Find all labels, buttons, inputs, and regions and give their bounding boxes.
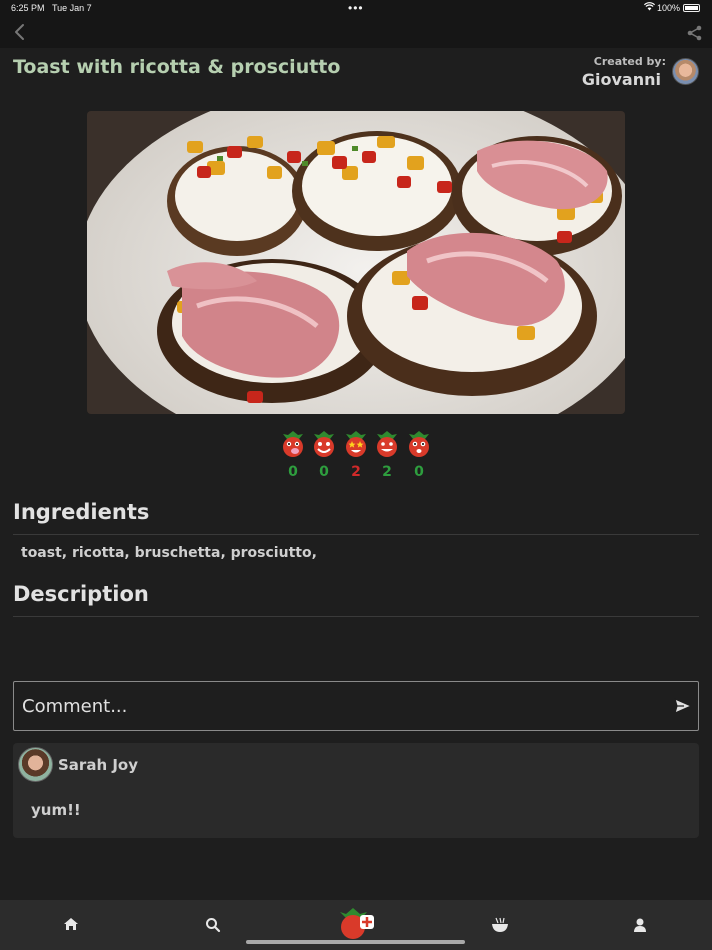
tab-home[interactable] xyxy=(51,900,91,950)
tab-bowl[interactable] xyxy=(479,900,519,950)
reaction-bar: 0 0 2 2 0 xyxy=(280,430,432,480)
status-bar: 6:25 PM Tue Jan 7 ••• 100% xyxy=(0,0,712,18)
search-icon xyxy=(206,918,221,933)
reaction-count: 2 xyxy=(351,464,361,480)
created-by-label: Created by: xyxy=(593,55,666,68)
send-icon[interactable] xyxy=(674,697,693,715)
reaction-count: 0 xyxy=(319,464,329,480)
divider xyxy=(13,534,699,535)
avatar[interactable] xyxy=(18,747,53,782)
reaction-happy[interactable]: 0 xyxy=(311,430,337,480)
tomato-drooling-icon xyxy=(280,431,306,462)
wifi-icon xyxy=(643,2,656,13)
battery-percent: 100% xyxy=(657,3,681,13)
ingredients-heading: Ingredients xyxy=(13,500,150,524)
reaction-count: 2 xyxy=(382,464,392,480)
reaction-count: 0 xyxy=(414,464,424,480)
reaction-star-eyes[interactable]: 2 xyxy=(343,430,369,480)
status-time: 6:25 PM xyxy=(11,3,45,13)
reaction-smile[interactable]: 2 xyxy=(374,430,400,480)
add-recipe-icon xyxy=(340,908,374,939)
tomato-star-eyes-icon xyxy=(343,431,369,462)
reaction-count: 0 xyxy=(288,464,298,480)
share-icon[interactable] xyxy=(686,24,704,42)
comment-box xyxy=(13,681,699,731)
tomato-surprised-icon xyxy=(406,431,432,462)
tomato-smile-icon xyxy=(374,431,400,462)
reaction-surprised[interactable]: 0 xyxy=(406,430,432,480)
description-heading: Description xyxy=(13,582,149,606)
home-indicator[interactable] xyxy=(246,940,465,944)
chevron-left-icon[interactable] xyxy=(12,22,28,42)
reaction-drooling[interactable]: 0 xyxy=(280,430,306,480)
creator-avatar[interactable] xyxy=(672,58,699,85)
battery-icon xyxy=(683,4,700,12)
navigation-bar xyxy=(0,18,712,48)
divider xyxy=(13,616,699,617)
tab-search[interactable] xyxy=(193,900,233,950)
comment-card: Sarah Joy yum!! xyxy=(13,743,699,838)
comment-input[interactable] xyxy=(22,692,662,720)
comment-text: yum!! xyxy=(31,801,81,819)
creator-name[interactable]: Giovanni xyxy=(582,70,661,89)
status-date: Tue Jan 7 xyxy=(52,3,92,13)
recipe-photo[interactable] xyxy=(87,111,625,414)
home-icon xyxy=(64,918,78,930)
bowl-icon xyxy=(492,917,508,932)
profile-icon xyxy=(634,918,646,932)
tomato-happy-icon xyxy=(311,431,337,462)
recipe-title: Toast with ricotta & prosciutto xyxy=(13,56,341,78)
comment-author[interactable]: Sarah Joy xyxy=(58,756,138,774)
tab-profile[interactable] xyxy=(620,900,660,950)
ingredients-list: toast, ricotta, bruschetta, prosciutto, xyxy=(21,545,317,561)
multitasking-dots-icon[interactable]: ••• xyxy=(348,1,364,15)
